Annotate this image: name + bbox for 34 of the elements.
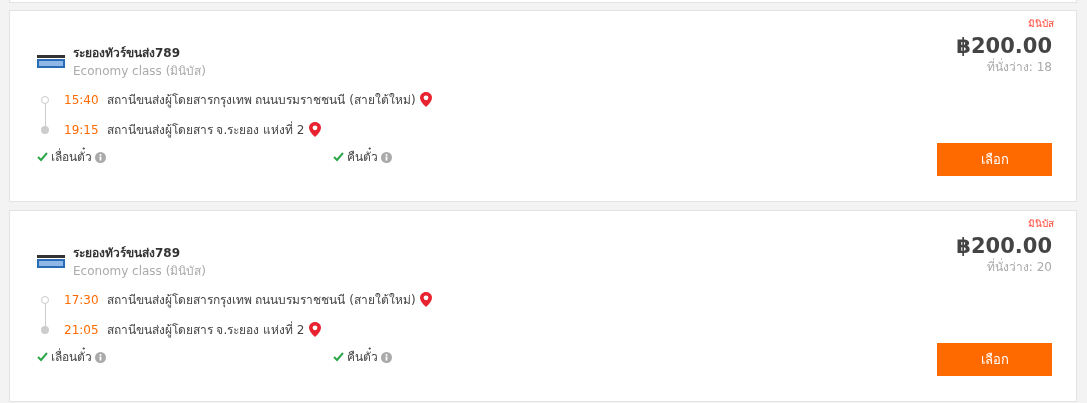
bus-type-label: มินิบัส xyxy=(1028,217,1054,231)
departure-time: 17:30 xyxy=(64,292,99,309)
map-pin-icon[interactable] xyxy=(419,92,432,108)
policy-label: เลื่อนตั๋ว xyxy=(51,148,92,166)
seats-available: ที่นั่งว่าง: 20 xyxy=(986,259,1052,275)
info-icon[interactable] xyxy=(95,351,106,363)
map-pin-icon[interactable] xyxy=(419,292,432,308)
map-pin-icon[interactable] xyxy=(308,322,321,338)
departure-time: 15:40 xyxy=(64,92,99,109)
departure-time: 21:05 xyxy=(64,322,99,339)
bus-class: Economy class (มินิบัส) xyxy=(73,263,207,280)
policy-label: คืนตั๋ว xyxy=(347,148,378,166)
station-name: สถานีขนส่งผู้โดยสารกรุงเทพ ถนนบรมราชชนนี (สายใต้ใหม่) xyxy=(106,92,416,109)
station-name: สถานีขนส่งผู้โดยสารกรุงเทพ ถนนบรมราชชนนี (สายใต้ใหม่) xyxy=(106,292,416,309)
info-icon[interactable] xyxy=(381,351,392,363)
operator-name: ระยองทัวร์ขนส่ง789 xyxy=(73,45,182,62)
price: ฿200.00 xyxy=(956,33,1052,58)
map-pin-icon[interactable] xyxy=(308,122,321,138)
seats-available: ที่นั่งว่าง: 18 xyxy=(986,59,1052,75)
policy-label: คืนตั๋ว xyxy=(347,348,378,366)
bus-class: Economy class (มินิบัส) xyxy=(73,63,207,80)
info-icon[interactable] xyxy=(95,151,106,163)
station-name: สถานีขนส่งผู้โดยสาร จ.ระยอง แห่งที่ 2 xyxy=(106,321,305,339)
operator-logo-icon xyxy=(37,255,65,269)
operator-logo-icon xyxy=(37,55,65,69)
price: ฿200.00 xyxy=(956,233,1052,258)
station-name: สถานีขนส่งผู้โดยสาร จ.ระยอง แห่งที่ 2 xyxy=(106,121,305,139)
bus-type-label: มินิบัส xyxy=(1028,17,1054,31)
operator-name: ระยองทัวร์ขนส่ง789 xyxy=(73,245,182,262)
departure-time: 19:15 xyxy=(64,122,99,139)
policy-label: เลื่อนตั๋ว xyxy=(51,348,92,366)
select-button[interactable]: เลือก xyxy=(937,343,1052,376)
info-icon[interactable] xyxy=(381,151,392,163)
select-button[interactable]: เลือก xyxy=(937,143,1052,176)
